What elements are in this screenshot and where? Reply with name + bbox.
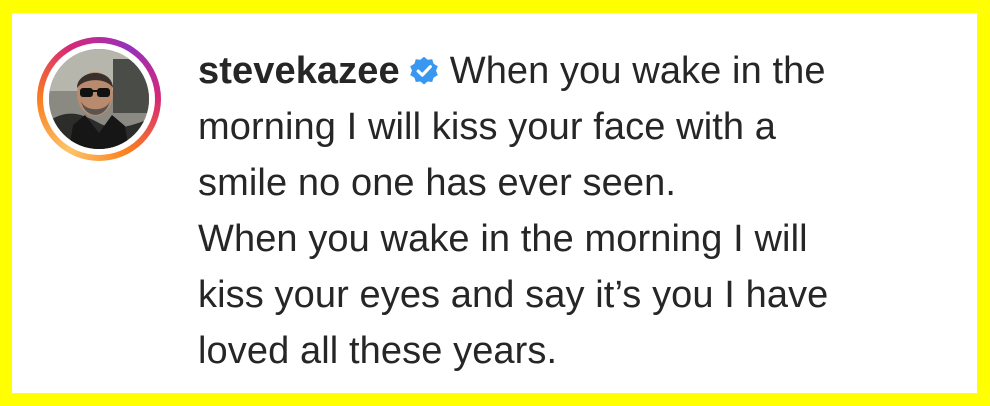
caption-line-4: When you wake in the morning I will bbox=[198, 218, 808, 260]
caption-first-line: stevekazee When you wake in the bbox=[198, 43, 958, 99]
username-link[interactable]: stevekazee bbox=[198, 50, 400, 92]
caption-line-1: When you wake in the bbox=[449, 50, 826, 92]
caption-line-5: kiss your eyes and say it’s you I have bbox=[198, 274, 829, 316]
story-ring[interactable] bbox=[37, 37, 161, 161]
verified-badge-icon bbox=[408, 47, 440, 85]
caption-line-6: loved all these years. bbox=[198, 330, 558, 372]
comment-card: stevekazee When you wake in the morning … bbox=[12, 13, 977, 393]
caption-line-2: morning I will kiss your face with a bbox=[198, 106, 777, 148]
caption-text: stevekazee When you wake in the morning … bbox=[198, 43, 958, 379]
caption-line-3: smile no one has ever seen. bbox=[198, 162, 676, 204]
avatar[interactable] bbox=[49, 49, 149, 149]
avatar-photo bbox=[49, 49, 149, 149]
avatar-border bbox=[43, 43, 155, 155]
